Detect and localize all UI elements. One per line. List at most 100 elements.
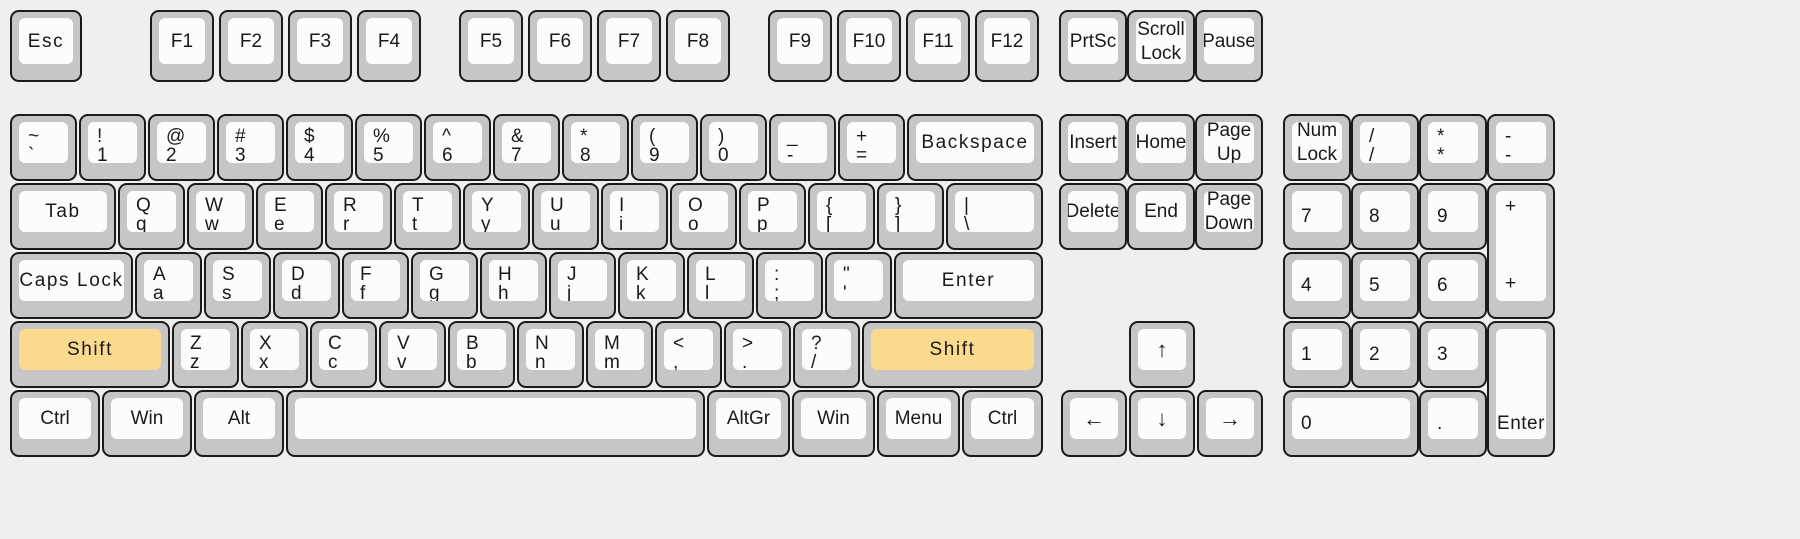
- key-semicolon[interactable]: :;: [756, 252, 823, 319]
- key-key-b[interactable]: Bb: [448, 321, 515, 388]
- key-key-p[interactable]: Pp: [739, 183, 806, 250]
- key-bracket-left[interactable]: {[: [808, 183, 875, 250]
- key-key-r[interactable]: Rr: [325, 183, 392, 250]
- key-delete[interactable]: Delete: [1059, 183, 1127, 250]
- key-key-u[interactable]: Uu: [532, 183, 599, 250]
- key-backslash[interactable]: | \: [946, 183, 1043, 250]
- key-ctrl-right[interactable]: Ctrl: [962, 390, 1043, 457]
- key-key-j[interactable]: Jj: [549, 252, 616, 319]
- key-numpad-divide[interactable]: / /: [1351, 114, 1419, 181]
- key-key-y[interactable]: Yy: [463, 183, 530, 250]
- key-bracket-right[interactable]: }]: [877, 183, 944, 250]
- key-digit-5[interactable]: % 5: [355, 114, 422, 181]
- key-page-down[interactable]: Page Down: [1195, 183, 1263, 250]
- key-f2[interactable]: F2: [219, 10, 283, 82]
- key-digit-0[interactable]: ) 0: [700, 114, 767, 181]
- key-num-lock[interactable]: Num Lock: [1283, 114, 1351, 181]
- key-enter[interactable]: Enter: [894, 252, 1043, 319]
- key-digit-2[interactable]: @2: [148, 114, 215, 181]
- key-key-m[interactable]: Mm: [586, 321, 653, 388]
- key-comma[interactable]: <,: [655, 321, 722, 388]
- key-digit-9[interactable]: (9: [631, 114, 698, 181]
- key-backspace[interactable]: Backspace: [907, 114, 1043, 181]
- key-arrow-down[interactable]: ↓: [1129, 390, 1195, 457]
- key-tab[interactable]: Tab: [10, 183, 116, 250]
- key-shift-right[interactable]: Shift: [862, 321, 1043, 388]
- key-alt-left[interactable]: Alt: [194, 390, 284, 457]
- key-key-s[interactable]: Ss: [204, 252, 271, 319]
- key-numpad-4[interactable]: 4: [1283, 252, 1351, 319]
- key-numpad-5[interactable]: 5: [1351, 252, 1419, 319]
- key-key-a[interactable]: Aa: [135, 252, 202, 319]
- key-numpad-decimal[interactable]: .: [1419, 390, 1487, 457]
- key-menu[interactable]: Menu: [877, 390, 960, 457]
- key-numpad-subtract[interactable]: --: [1487, 114, 1555, 181]
- key-key-v[interactable]: Vv: [379, 321, 446, 388]
- key-f1[interactable]: F1: [150, 10, 214, 82]
- key-digit-6[interactable]: ^ 6: [424, 114, 491, 181]
- key-f3[interactable]: F3: [288, 10, 352, 82]
- key-key-w[interactable]: Ww: [187, 183, 254, 250]
- key-arrow-right[interactable]: →: [1197, 390, 1263, 457]
- key-slash[interactable]: ? /: [793, 321, 860, 388]
- key-f9[interactable]: F9: [768, 10, 832, 82]
- key-f5[interactable]: F5: [459, 10, 523, 82]
- key-digit-3[interactable]: #3: [217, 114, 284, 181]
- key-insert[interactable]: Insert: [1059, 114, 1127, 181]
- key-key-i[interactable]: Ii: [601, 183, 668, 250]
- key-f8[interactable]: F8: [666, 10, 730, 82]
- key-key-h[interactable]: Hh: [480, 252, 547, 319]
- key-backquote[interactable]: ~ `: [10, 114, 77, 181]
- key-minus[interactable]: _ -: [769, 114, 836, 181]
- key-key-f[interactable]: Ff: [342, 252, 409, 319]
- key-key-t[interactable]: Tt: [394, 183, 461, 250]
- key-numpad-7[interactable]: 7: [1283, 183, 1351, 250]
- key-f12[interactable]: F12: [975, 10, 1039, 82]
- key-caps-lock[interactable]: Caps Lock: [10, 252, 133, 319]
- key-f6[interactable]: F6: [528, 10, 592, 82]
- key-key-z[interactable]: Zz: [172, 321, 239, 388]
- key-numpad-add[interactable]: + +: [1487, 183, 1555, 319]
- key-numpad-2[interactable]: 2: [1351, 321, 1419, 388]
- key-alt-gr[interactable]: AltGr: [707, 390, 790, 457]
- key-key-g[interactable]: Gg: [411, 252, 478, 319]
- key-win-left[interactable]: Win: [102, 390, 192, 457]
- key-home[interactable]: Home: [1127, 114, 1195, 181]
- key-key-n[interactable]: Nn: [517, 321, 584, 388]
- key-key-e[interactable]: Ee: [256, 183, 323, 250]
- key-digit-8[interactable]: * 8: [562, 114, 629, 181]
- key-period[interactable]: >.: [724, 321, 791, 388]
- key-f4[interactable]: F4: [357, 10, 421, 82]
- key-shift-left[interactable]: Shift: [10, 321, 170, 388]
- key-key-l[interactable]: Ll: [687, 252, 754, 319]
- key-digit-4[interactable]: $4: [286, 114, 353, 181]
- key-print-screen[interactable]: PrtSc: [1059, 10, 1127, 82]
- key-f7[interactable]: F7: [597, 10, 661, 82]
- key-numpad-9[interactable]: 9: [1419, 183, 1487, 250]
- key-win-right[interactable]: Win: [792, 390, 875, 457]
- key-key-q[interactable]: Qq: [118, 183, 185, 250]
- key-key-x[interactable]: Xx: [241, 321, 308, 388]
- key-ctrl-left[interactable]: Ctrl: [10, 390, 100, 457]
- key-numpad-8[interactable]: 8: [1351, 183, 1419, 250]
- key-arrow-left[interactable]: ←: [1061, 390, 1127, 457]
- key-key-d[interactable]: Dd: [273, 252, 340, 319]
- key-equal[interactable]: + =: [838, 114, 905, 181]
- key-key-k[interactable]: Kk: [618, 252, 685, 319]
- key-space[interactable]: [286, 390, 705, 457]
- key-scroll-lock[interactable]: Scroll Lock: [1127, 10, 1195, 82]
- key-quote[interactable]: " ': [825, 252, 892, 319]
- key-numpad-0[interactable]: 0: [1283, 390, 1419, 457]
- key-digit-1[interactable]: ! 1: [79, 114, 146, 181]
- key-arrow-up[interactable]: ↑: [1129, 321, 1195, 388]
- key-numpad-multiply[interactable]: * *: [1419, 114, 1487, 181]
- key-pause[interactable]: Pause: [1195, 10, 1263, 82]
- key-page-up[interactable]: Page Up: [1195, 114, 1263, 181]
- key-f10[interactable]: F10: [837, 10, 901, 82]
- key-end[interactable]: End: [1127, 183, 1195, 250]
- key-numpad-1[interactable]: 1: [1283, 321, 1351, 388]
- key-numpad-6[interactable]: 6: [1419, 252, 1487, 319]
- key-key-o[interactable]: Oo: [670, 183, 737, 250]
- key-f11[interactable]: F11: [906, 10, 970, 82]
- key-numpad-enter[interactable]: Enter: [1487, 321, 1555, 457]
